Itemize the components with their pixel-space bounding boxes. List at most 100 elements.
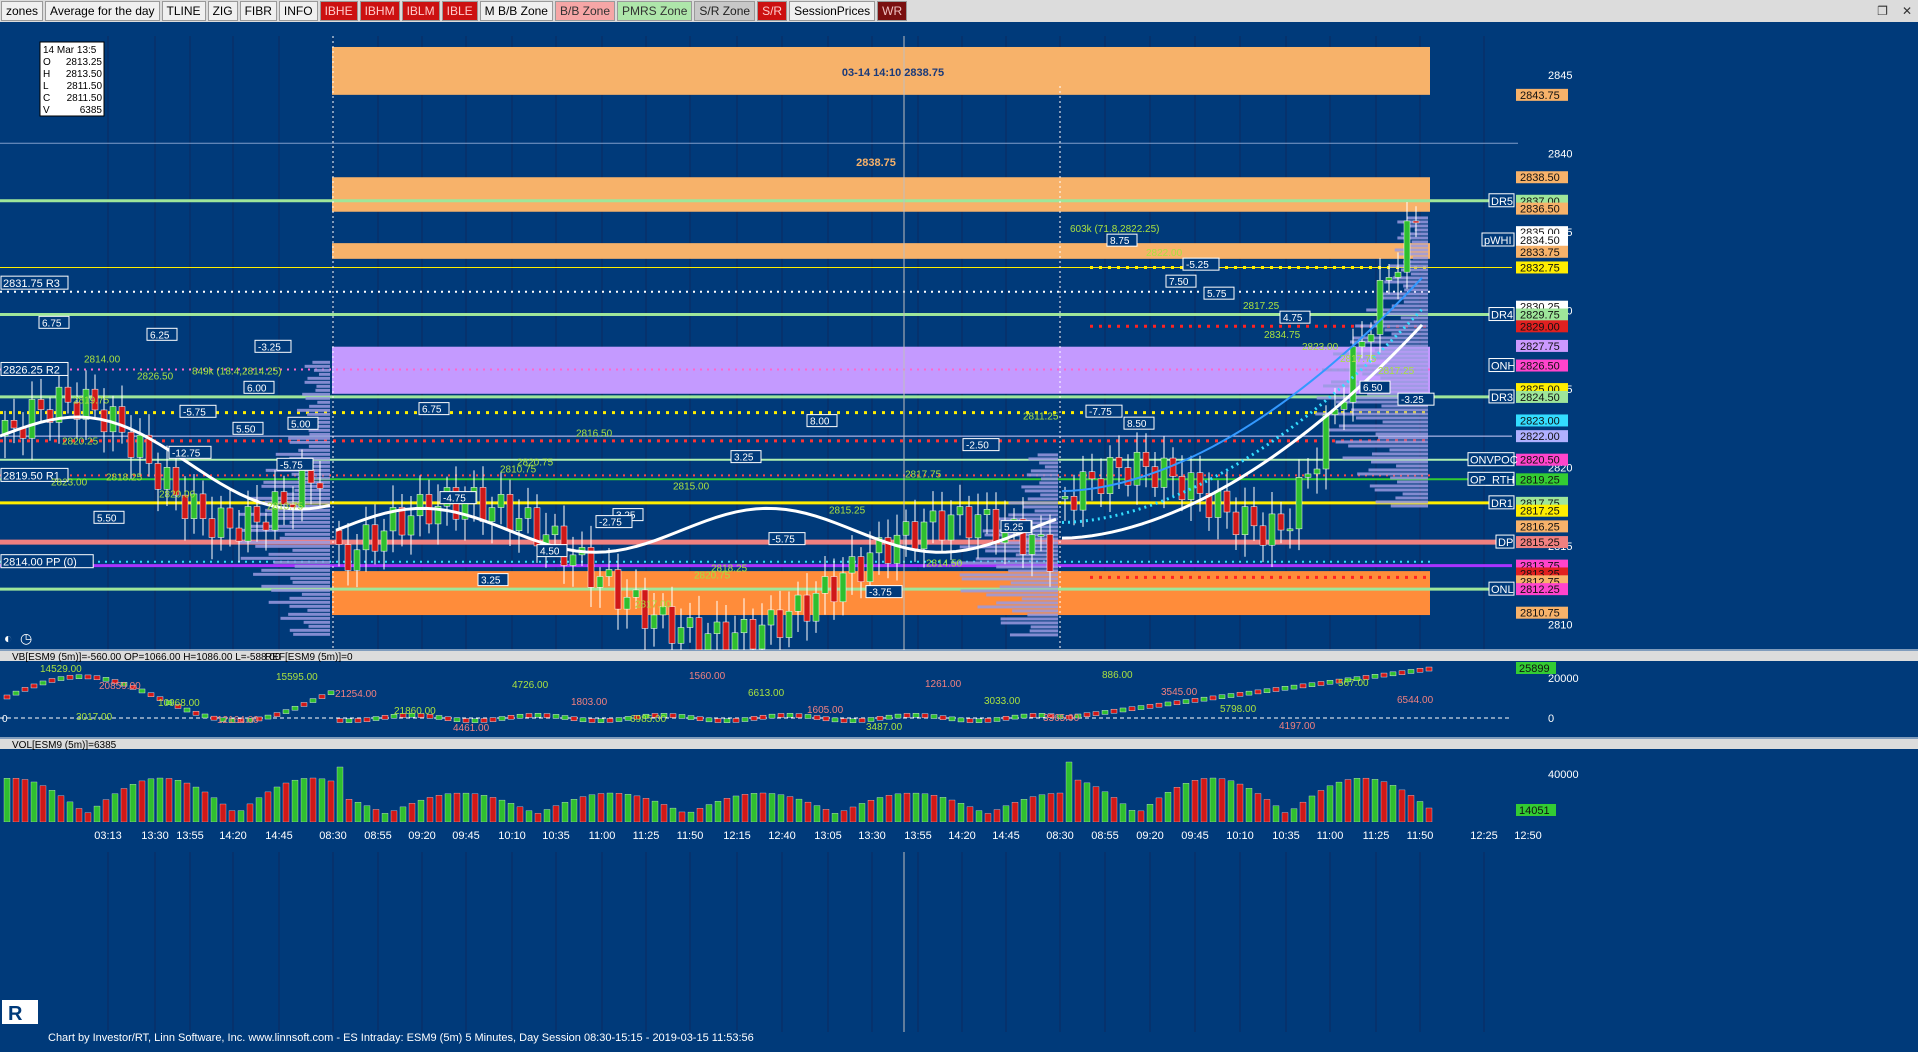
- price-tag: 2826.50: [1516, 359, 1568, 373]
- toolbar-button-average-for-the-day[interactable]: Average for the day: [45, 1, 160, 21]
- vol-tag-text: 14051: [1519, 805, 1550, 817]
- svg-text:2843.75: 2843.75: [1520, 90, 1560, 102]
- svg-text:2814.00 PP (0): 2814.00 PP (0): [3, 557, 77, 569]
- svg-text:20859.00: 20859.00: [99, 681, 141, 692]
- vol-header-bar: [0, 739, 1918, 749]
- toolbar-button-zones[interactable]: zones: [1, 1, 44, 21]
- pivot-label: 2831.75 R3: [0, 275, 69, 290]
- price-tag: 2820.50: [1516, 453, 1568, 467]
- supply-zone-lower: [332, 243, 1430, 259]
- svg-text:DR4: DR4: [1491, 310, 1513, 322]
- vb-header-ref: REF[ESM9 (5m)]=0: [265, 652, 353, 663]
- time-tick: 11:50: [1407, 830, 1434, 842]
- toolbar-button-ible[interactable]: IBLE: [441, 1, 478, 21]
- svg-text:567.00: 567.00: [1338, 678, 1369, 689]
- svg-text:6985.00: 6985.00: [630, 714, 667, 725]
- svg-text:6.00: 6.00: [247, 383, 267, 394]
- svg-text:ONL: ONL: [1491, 584, 1514, 596]
- toolbar-button-zig[interactable]: ZIG: [207, 1, 238, 21]
- candlestick-series: [1, 365, 324, 563]
- svg-text:4726.00: 4726.00: [512, 680, 549, 691]
- svg-text:DR3: DR3: [1491, 392, 1513, 404]
- time-tick: 11:25: [633, 830, 660, 842]
- svg-text:3487.00: 3487.00: [866, 722, 903, 733]
- toolbar-button-ibhm[interactable]: IBHM: [359, 1, 400, 21]
- vol-header: VOL[ESM9 (5m)]=6385: [12, 740, 117, 751]
- price-tag: 2834.50: [1516, 234, 1568, 247]
- svg-text:6.75: 6.75: [42, 318, 62, 329]
- svg-text:3.25: 3.25: [481, 576, 501, 587]
- time-tick: 11:00: [1317, 830, 1344, 842]
- vb-left-zero: 0: [2, 714, 8, 725]
- toolbar-button-ibhe[interactable]: IBHE: [319, 1, 358, 21]
- time-tick: 14:20: [948, 830, 976, 842]
- svg-text:O: O: [43, 57, 51, 68]
- svg-text:2810: 2810: [1548, 619, 1572, 631]
- toolbar-button-fibr[interactable]: FIBR: [239, 1, 277, 21]
- svg-text:1560.00: 1560.00: [689, 671, 726, 682]
- svg-text:2819.75: 2819.75: [73, 395, 110, 406]
- svg-text:5.75: 5.75: [1207, 289, 1227, 300]
- time-tick: 12:25: [1470, 830, 1498, 842]
- time-tick: 09:20: [1136, 830, 1164, 842]
- price-tag: 2832.75: [1516, 261, 1568, 274]
- svg-text:4461.00: 4461.00: [453, 723, 490, 734]
- svg-text:849k (18.4,2814.25): 849k (18.4,2814.25): [192, 366, 282, 377]
- toolbar-button-sessionprices[interactable]: SessionPrices: [789, 1, 876, 21]
- level-tag: pWHI: [1481, 232, 1515, 247]
- svg-text:2845: 2845: [1548, 70, 1572, 82]
- chart-footer: Chart by Investor/RT, Linn Software, Inc…: [48, 1032, 754, 1044]
- time-tick: 12:40: [768, 830, 796, 842]
- svg-text:2822.00: 2822.00: [1146, 248, 1183, 259]
- svg-text:2823.00: 2823.00: [1302, 342, 1339, 353]
- toolbar-button-s-r[interactable]: S/R: [757, 1, 788, 21]
- svg-text:2820.75: 2820.75: [694, 571, 731, 582]
- restore-icon[interactable]: ❐: [1877, 0, 1888, 22]
- svg-text:2820.25: 2820.25: [62, 436, 99, 447]
- time-tick: 11:25: [1363, 830, 1390, 842]
- svg-text:7.50: 7.50: [1169, 277, 1189, 288]
- price-tag: 2843.75: [1516, 88, 1568, 102]
- level-tag: DR3: [1488, 389, 1515, 404]
- level-tag: ONL: [1488, 581, 1515, 596]
- time-tick: 10:10: [1226, 830, 1254, 842]
- svg-text:2812.25: 2812.25: [1520, 584, 1560, 596]
- time-tick: 13:30: [858, 830, 886, 842]
- svg-text:2815.25: 2815.25: [1520, 537, 1560, 549]
- toolbar-button-s-r-zone[interactable]: S/R Zone: [694, 1, 756, 21]
- svg-text:2810.75: 2810.75: [500, 465, 537, 476]
- time-tick: 13:55: [176, 830, 204, 842]
- svg-text:V: V: [43, 105, 50, 116]
- svg-text:2832.75: 2832.75: [1520, 262, 1560, 274]
- price-chart[interactable]: 03-14 14:10 2838.75 2838.75 2831.75 R3 2826…: [0, 22, 1918, 1047]
- svg-text:2818.25: 2818.25: [106, 472, 143, 483]
- toolbar-button-iblm[interactable]: IBLM: [401, 1, 440, 21]
- toolbar: zones Average for the day TLINE ZIG FIBR INFO…: [0, 0, 1918, 22]
- price-tag: 2824.50: [1516, 390, 1568, 404]
- price-tag: 2829.75: [1516, 308, 1568, 322]
- svg-text:2822.00: 2822.00: [1520, 431, 1560, 443]
- svg-text:5.00: 5.00: [291, 419, 311, 430]
- svg-text:4.75: 4.75: [1283, 313, 1303, 324]
- time-tick: 03:13: [94, 830, 122, 842]
- svg-text:-2.50: -2.50: [966, 441, 989, 452]
- svg-text:2836.50: 2836.50: [1520, 204, 1560, 216]
- toolbar-button-wr[interactable]: WR: [877, 1, 908, 21]
- svg-text:603k (71.8,2822.25): 603k (71.8,2822.25): [1070, 224, 1160, 235]
- toolbar-button-pmrs-zone[interactable]: PMRS Zone: [617, 1, 693, 21]
- close-icon[interactable]: ✕: [1902, 0, 1912, 22]
- svg-text:2829.00: 2829.00: [1520, 321, 1560, 333]
- time-tick: 09:45: [452, 830, 480, 842]
- svg-text:2820.00: 2820.00: [159, 489, 196, 500]
- chart-area[interactable]: 03-14 14:10 2838.75 2838.75 2831.75 R3 2826…: [0, 22, 1918, 1047]
- svg-text:2813.25: 2813.25: [66, 57, 103, 68]
- toolbar-button-tline[interactable]: TLINE: [161, 1, 206, 21]
- time-tick: 11:50: [677, 830, 704, 842]
- toolbar-button-b-b-zone[interactable]: B/B Zone: [554, 1, 616, 21]
- toolbar-button-info[interactable]: INFO: [278, 1, 318, 21]
- price-axis: 28452840283528302825282028152810: [1518, 36, 1918, 1046]
- svg-text:14 Mar 13:5: 14 Mar 13:5: [43, 45, 97, 56]
- toolbar-button-m-b-b-zone[interactable]: M B/B Zone: [479, 1, 553, 21]
- svg-text:6.50: 6.50: [1363, 383, 1383, 394]
- time-tick: 13:30: [141, 830, 169, 842]
